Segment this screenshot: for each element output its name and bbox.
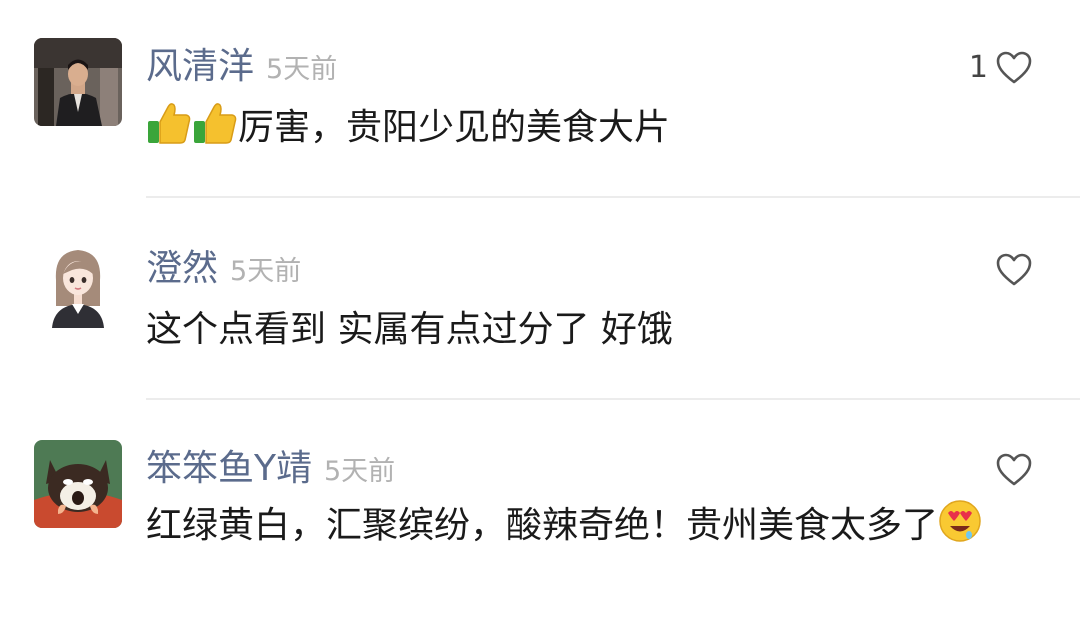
heart-icon[interactable] — [996, 253, 1032, 287]
timestamp: 5天前 — [266, 54, 338, 85]
comment-item: 笨笨鱼Y靖 5天前 红绿黄白，汇聚缤纷，酸辣奇绝！贵州美食太多了 — [0, 438, 1080, 638]
divider — [146, 398, 1080, 400]
divider — [146, 196, 1080, 198]
comment-list: 风清洋 5天前 1 厉害，贵阳少见的美食大片 澄然 5天前 这个点看到 实属有点… — [0, 0, 1080, 641]
comment-text-content: 厉害，贵阳少见的美食大片 — [238, 107, 671, 148]
username[interactable]: 笨笨鱼Y靖 — [146, 442, 312, 496]
comment-meta: 笨笨鱼Y靖 5天前 — [146, 442, 395, 496]
thumbs-up-icon — [192, 101, 238, 145]
heart-eyes-drooling-face-icon — [938, 499, 982, 543]
comment-meta: 澄然 5天前 — [146, 242, 301, 296]
comment-text-content: 红绿黄白，汇聚缤纷，酸辣奇绝！贵州美食太多了 — [146, 505, 939, 546]
comment-text: 厉害，贵阳少见的美食大片 — [146, 98, 1040, 158]
avatar[interactable] — [34, 240, 122, 328]
avatar[interactable] — [34, 440, 122, 528]
like-button[interactable]: 1 — [969, 48, 1032, 88]
comment-text: 红绿黄白，汇聚缤纷，酸辣奇绝！贵州美食太多了 — [146, 496, 1040, 556]
thumbs-up-icon — [146, 101, 192, 145]
username[interactable]: 澄然 — [146, 242, 218, 296]
comment-text-content: 这个点看到 实属有点过分了 好饿 — [146, 309, 673, 350]
like-button[interactable] — [996, 450, 1032, 490]
comment-text: 这个点看到 实属有点过分了 好饿 — [146, 300, 1040, 360]
username[interactable]: 风清洋 — [146, 40, 254, 94]
cartoon-girl-illustration — [34, 240, 122, 328]
heart-icon[interactable] — [996, 453, 1032, 487]
like-button[interactable] — [996, 250, 1032, 290]
comment-item: 风清洋 5天前 1 厉害，贵阳少见的美食大片 — [0, 36, 1080, 196]
avatar[interactable] — [34, 38, 122, 126]
comment-meta: 风清洋 5天前 — [146, 40, 337, 94]
like-count: 1 — [968, 50, 988, 85]
timestamp: 5天前 — [324, 456, 396, 487]
heart-icon[interactable] — [996, 51, 1032, 85]
cartoon-cat-illustration — [34, 440, 122, 528]
timestamp: 5天前 — [230, 256, 302, 287]
comment-item: 澄然 5天前 这个点看到 实属有点过分了 好饿 — [0, 238, 1080, 398]
man-in-suit-photo — [34, 38, 122, 126]
